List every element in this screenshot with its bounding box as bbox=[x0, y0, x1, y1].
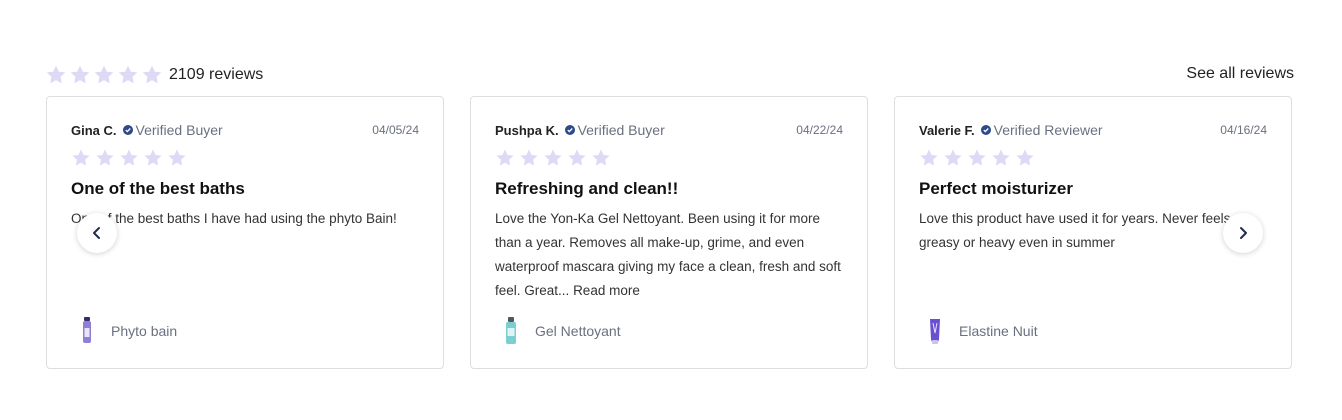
product-link[interactable]: Phyto bain bbox=[77, 316, 177, 346]
review-card: Pushpa K. Verified Buyer 04/22/24 Refres… bbox=[470, 96, 868, 369]
star-icon bbox=[1015, 148, 1035, 168]
star-icon bbox=[69, 64, 91, 86]
reviewer-name: Gina C. bbox=[71, 122, 117, 138]
star-icon bbox=[495, 148, 515, 168]
star-icon bbox=[143, 148, 163, 168]
reviewer-name: Pushpa K. bbox=[495, 122, 559, 138]
teal-bottle-icon bbox=[501, 316, 521, 346]
product-link[interactable]: Gel Nettoyant bbox=[501, 316, 621, 346]
star-icon bbox=[543, 148, 563, 168]
star-icon bbox=[919, 148, 939, 168]
star-icon bbox=[95, 148, 115, 168]
review-text: Love this product have used it for years… bbox=[919, 211, 1231, 250]
star-icon bbox=[967, 148, 987, 168]
see-all-reviews-link[interactable]: See all reviews bbox=[1186, 65, 1294, 83]
review-stars bbox=[919, 148, 1039, 168]
review-header: Pushpa K. Verified Buyer 04/22/24 bbox=[495, 122, 843, 138]
carousel-next-button[interactable] bbox=[1223, 213, 1263, 253]
review-date: 04/22/24 bbox=[796, 123, 843, 137]
review-body: Love the Yon-Ka Gel Nettoyant. Been usin… bbox=[495, 207, 845, 303]
summary-stars bbox=[45, 64, 165, 86]
star-icon bbox=[93, 64, 115, 86]
review-date: 04/16/24 bbox=[1220, 123, 1267, 137]
star-icon bbox=[117, 64, 139, 86]
star-icon bbox=[567, 148, 587, 168]
chevron-right-icon bbox=[1240, 227, 1247, 239]
review-header: Gina C. Verified Buyer 04/05/24 bbox=[71, 122, 419, 138]
review-title: One of the best baths bbox=[71, 179, 245, 198]
star-icon bbox=[45, 64, 67, 86]
star-icon bbox=[991, 148, 1011, 168]
star-icon bbox=[119, 148, 139, 168]
rating-summary: 2109 reviews bbox=[45, 64, 263, 86]
review-title: Perfect moisturizer bbox=[919, 179, 1073, 198]
carousel-prev-button[interactable] bbox=[77, 213, 117, 253]
product-name: Phyto bain bbox=[111, 323, 178, 339]
star-icon bbox=[943, 148, 963, 168]
product-name: Gel Nettoyant bbox=[535, 323, 621, 339]
verified-check-icon bbox=[123, 125, 133, 135]
review-header: Valerie F. Verified Reviewer 04/16/24 bbox=[919, 122, 1267, 138]
star-icon bbox=[519, 148, 539, 168]
star-icon bbox=[71, 148, 91, 168]
review-title: Refreshing and clean!! bbox=[495, 179, 679, 198]
star-icon bbox=[141, 64, 163, 86]
review-body: One of the best baths I have had using t… bbox=[71, 207, 421, 231]
product-name: Elastine Nuit bbox=[959, 323, 1038, 339]
review-date: 04/05/24 bbox=[372, 123, 419, 137]
review-count: 2109 reviews bbox=[169, 66, 264, 83]
violet-tube-icon bbox=[925, 316, 945, 346]
purple-bottle-icon bbox=[77, 316, 97, 346]
review-stars bbox=[495, 148, 615, 168]
reviewer-name: Valerie F. bbox=[919, 122, 975, 138]
star-icon bbox=[167, 148, 187, 168]
verified-check-icon bbox=[565, 125, 575, 135]
read-more-link[interactable]: Read more bbox=[573, 283, 640, 298]
review-text: One of the best baths I have had using t… bbox=[71, 211, 397, 226]
verified-badge: Verified Buyer bbox=[577, 122, 665, 138]
review-body: Love this product have used it for years… bbox=[919, 207, 1269, 255]
product-link[interactable]: Elastine Nuit bbox=[925, 316, 1038, 346]
chevron-left-icon bbox=[93, 227, 100, 239]
star-icon bbox=[591, 148, 611, 168]
verified-check-icon bbox=[981, 125, 991, 135]
verified-badge: Verified Buyer bbox=[135, 122, 223, 138]
review-text: Love the Yon-Ka Gel Nettoyant. Been usin… bbox=[495, 211, 841, 298]
verified-badge: Verified Reviewer bbox=[993, 122, 1103, 138]
review-stars bbox=[71, 148, 191, 168]
